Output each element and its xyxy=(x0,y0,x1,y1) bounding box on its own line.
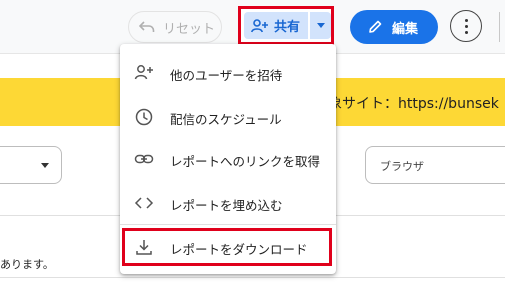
divider xyxy=(0,277,505,278)
pencil-icon xyxy=(369,20,382,33)
menu-item-invite-users[interactable]: 他のユーザーを招待 xyxy=(120,54,336,92)
reset-button[interactable]: リセット xyxy=(128,11,222,43)
caret-down-icon xyxy=(316,23,325,28)
share-button[interactable]: 共有 xyxy=(244,12,308,39)
toolbar-divider xyxy=(499,12,500,42)
more-vert-dot xyxy=(464,18,468,22)
clock-icon xyxy=(135,108,153,126)
more-vert-dot xyxy=(464,24,468,28)
more-options-button[interactable] xyxy=(450,10,482,42)
share-dropdown-toggle[interactable] xyxy=(310,12,331,39)
body-text: あります。 xyxy=(0,258,54,271)
filter-dropdown-left[interactable] xyxy=(0,146,62,184)
menu-item-label: レポートを埋め込む xyxy=(170,198,283,213)
browser-filter-label: ブラウザ xyxy=(380,160,424,173)
menu-item-label: レポートへのリンクを取得 xyxy=(170,154,321,169)
menu-item-schedule-delivery[interactable]: 配信のスケジュール xyxy=(120,98,336,136)
share-label: 共有 xyxy=(274,20,301,35)
edit-button[interactable]: 編集 xyxy=(350,10,438,44)
link-icon xyxy=(134,154,154,164)
undo-icon xyxy=(139,21,155,32)
browser-filter[interactable]: ブラウザ xyxy=(365,146,505,184)
menu-item-get-link[interactable]: レポートへのリンクを取得 xyxy=(120,140,336,178)
banner-text: 対象サイト：https://bunsek xyxy=(314,96,499,112)
menu-divider xyxy=(120,224,336,225)
edit-label: 編集 xyxy=(392,21,419,37)
share-highlight-box: 共有 xyxy=(238,6,334,45)
download-highlight-box xyxy=(122,228,332,266)
code-icon xyxy=(134,197,154,209)
caret-down-icon xyxy=(41,163,49,168)
menu-item-embed-report[interactable]: レポートを埋め込む xyxy=(120,184,336,222)
person-add-icon xyxy=(251,18,268,32)
menu-item-label: 配信のスケジュール xyxy=(170,112,282,127)
reset-label: リセット xyxy=(163,21,216,37)
share-menu: 他のユーザーを招待 配信のスケジュール レポートへのリンクを取得 レポートを埋め… xyxy=(120,44,336,274)
report-page: リセット 共有 編集 対象サイト：https://bunsek ブラウザ ありま… xyxy=(0,0,505,289)
person-add-icon xyxy=(134,65,153,80)
more-vert-dot xyxy=(464,30,468,34)
menu-item-label: 他のユーザーを招待 xyxy=(170,68,283,83)
